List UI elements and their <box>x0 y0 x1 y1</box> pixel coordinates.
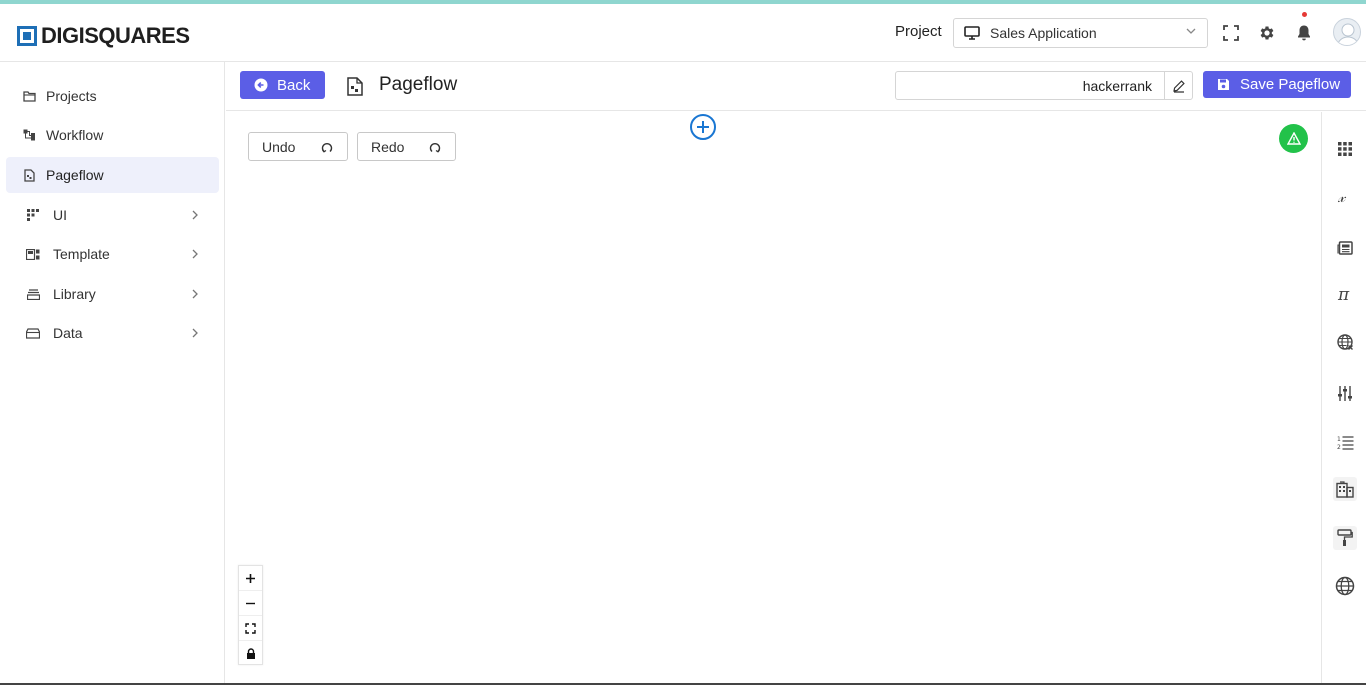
sliders-icon[interactable] <box>1333 381 1357 405</box>
monitor-icon <box>964 26 980 40</box>
back-button-label: Back <box>277 76 311 94</box>
pencil-icon <box>1172 79 1185 93</box>
sidebar-item-label: UI <box>53 207 67 223</box>
logo-mark-icon <box>17 26 37 46</box>
workflow-icon <box>22 128 36 142</box>
lock-icon[interactable] <box>239 641 262 666</box>
data-icon <box>26 326 40 340</box>
save-pageflow-button[interactable]: Save Pageflow <box>1203 71 1351 98</box>
numbered-list-icon[interactable]: 12 <box>1333 430 1357 454</box>
sidebar-item-label: Library <box>53 286 96 302</box>
sidebar-item-ui[interactable]: UI <box>6 197 219 233</box>
svg-text:2: 2 <box>1337 444 1341 450</box>
redo-button[interactable]: Redo <box>357 132 456 161</box>
edit-name-button[interactable] <box>1164 71 1193 100</box>
sidebar-item-pageflow[interactable]: Pageflow <box>6 157 219 193</box>
back-arrow-icon <box>254 78 268 92</box>
project-select-value: Sales Application <box>990 25 1097 41</box>
redo-label: Redo <box>371 138 405 155</box>
undo-label: Undo <box>262 138 296 155</box>
chevron-right-icon <box>192 249 198 259</box>
library-icon <box>26 287 40 301</box>
news-icon[interactable] <box>1333 236 1357 260</box>
notification-dot <box>1302 12 1307 17</box>
sidebar-item-data[interactable]: Data <box>6 315 219 351</box>
undo-icon <box>321 143 333 153</box>
project-label: Project <box>895 23 942 40</box>
building-icon[interactable] <box>1333 477 1357 501</box>
sidebar-item-workflow[interactable]: Workflow <box>6 117 219 153</box>
sidebar-item-label: Pageflow <box>46 167 104 183</box>
pi-icon[interactable]: π <box>1333 282 1357 306</box>
undo-button[interactable]: Undo <box>248 132 348 161</box>
sidebar-item-template[interactable]: Template <box>6 236 219 272</box>
sidebar-item-label: Template <box>53 246 110 262</box>
pageflow-toolbar: Back Pageflow Save Pageflow <box>226 62 1366 111</box>
sidebar-item-library[interactable]: Library <box>6 276 219 312</box>
sidebar: Projects Workflow Pageflow UI Template L… <box>0 62 225 685</box>
page-icon <box>22 168 36 182</box>
function-icon[interactable]: 𝓍 <box>1333 185 1357 209</box>
chevron-down-icon <box>1186 28 1196 34</box>
chevron-right-icon <box>192 328 198 338</box>
pageflow-name-input[interactable] <box>895 71 1165 100</box>
template-icon <box>26 247 40 261</box>
gear-icon[interactable] <box>1258 24 1276 42</box>
svg-text:𝓍: 𝓍 <box>1337 190 1347 204</box>
app-header: DIGISQUARES Project Sales Application <box>0 4 1366 62</box>
user-silhouette-icon <box>1336 23 1360 45</box>
folder-icon <box>22 89 36 103</box>
avatar[interactable] <box>1333 18 1361 46</box>
zoom-controls <box>238 565 263 665</box>
paint-roller-icon[interactable] <box>1333 526 1357 550</box>
sidebar-item-label: Workflow <box>46 127 104 143</box>
page-title: Pageflow <box>379 74 458 95</box>
zoom-out-icon[interactable] <box>239 591 262 616</box>
redo-icon <box>429 143 441 153</box>
svg-text:π: π <box>1337 287 1350 301</box>
bell-icon[interactable] <box>1295 24 1313 42</box>
svg-text:1: 1 <box>1337 436 1341 443</box>
pageflow-canvas[interactable]: Undo Redo <box>226 112 1321 685</box>
warning-icon <box>1286 132 1301 145</box>
validation-status-badge[interactable] <box>1279 124 1308 153</box>
save-button-label: Save Pageflow <box>1240 76 1341 93</box>
sidebar-item-label: Projects <box>46 88 97 104</box>
sidebar-item-label: Data <box>53 325 83 341</box>
floppy-disk-icon <box>1218 79 1229 90</box>
chevron-right-icon <box>192 210 198 220</box>
ui-grid-icon <box>26 208 40 222</box>
back-button[interactable]: Back <box>240 71 325 99</box>
logo-text: DIGISQUARES <box>41 23 190 48</box>
logo[interactable]: DIGISQUARES <box>17 23 190 49</box>
chevron-right-icon <box>192 289 198 299</box>
right-tool-rail: 𝓍 π 12 <box>1321 112 1366 685</box>
add-node-icon[interactable] <box>689 113 717 141</box>
page-icon <box>347 77 363 96</box>
globe-icon[interactable] <box>1333 574 1357 598</box>
apps-grid-icon[interactable] <box>1333 137 1357 161</box>
sidebar-item-projects[interactable]: Projects <box>6 78 219 114</box>
zoom-in-icon[interactable] <box>239 566 262 591</box>
fit-view-icon[interactable] <box>239 616 262 641</box>
project-select[interactable]: Sales Application <box>953 18 1208 48</box>
globe-x-icon[interactable] <box>1333 330 1357 354</box>
fullscreen-icon[interactable] <box>1222 24 1240 42</box>
